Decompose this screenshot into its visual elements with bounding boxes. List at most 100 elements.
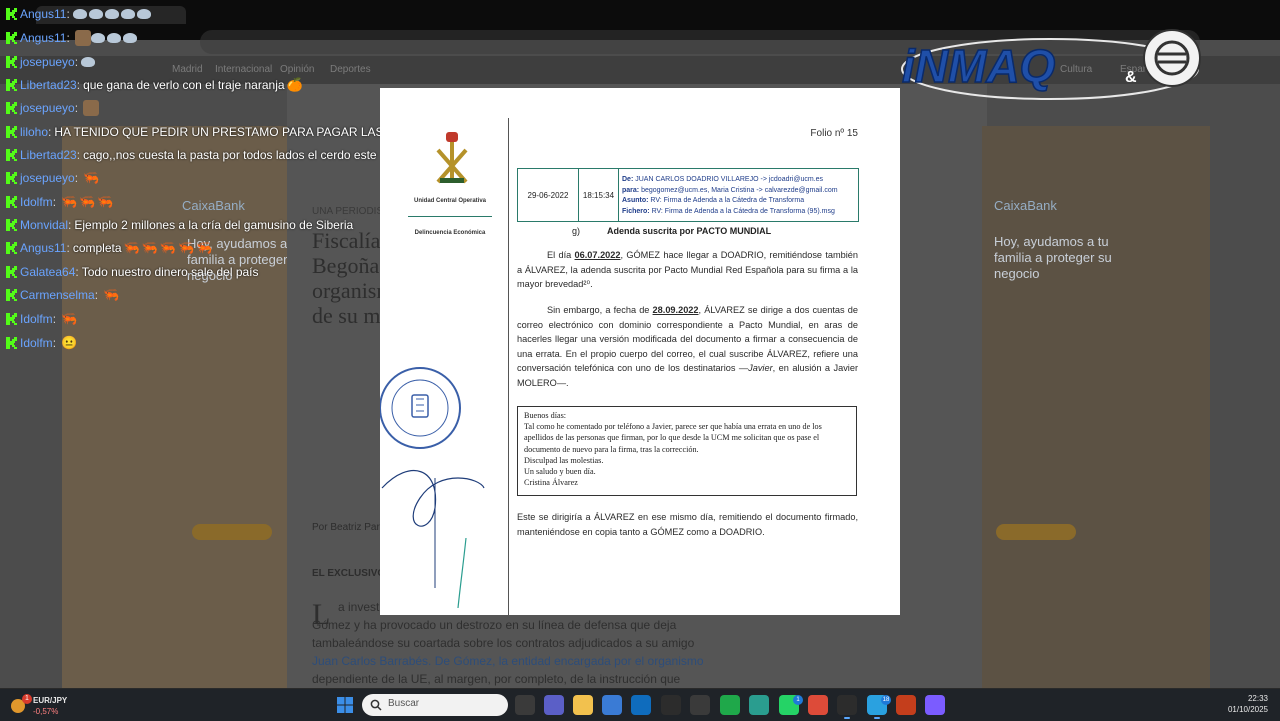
emoji-emote-icon: 🦐 [196,240,213,255]
article-line[interactable]: Juan Carlos Barrabés. De Gómez, la entid… [312,652,704,670]
whatsapp-icon[interactable]: 1 [779,695,803,715]
obs-icon[interactable] [837,695,857,719]
store-icon[interactable] [602,695,622,715]
powerpoint-icon[interactable] [896,695,916,715]
face-emote-icon [83,100,100,116]
teams-icon[interactable] [544,695,564,715]
chat-username[interactable]: Angus11 [20,31,66,45]
handwritten-signature [381,470,485,608]
chat-separator: : [74,171,79,185]
search-icon [370,699,382,711]
chat-message: Idolfm: 🦐 🦐 🦐 [6,192,114,212]
chat-message: josepueyo: 🦐 [6,168,99,188]
chat-text: Todo nuestro dinero sale del país [81,265,259,279]
chat-message: josepueyo: [6,98,100,118]
system-clock[interactable]: 22:33 01/10/2025 [1228,693,1268,715]
paragraph-3: Este se dirigiría a ÁLVAREZ en ese mismo… [517,512,858,537]
task-view-icon[interactable] [515,695,535,715]
search-placeholder: Buscar [388,698,420,709]
nav-link[interactable]: Internacional [215,64,272,75]
chat-username[interactable]: Angus11 [20,7,66,21]
edge-icon[interactable] [749,695,769,715]
email-to: begogomez@ucm.es, Maria Cristina -> calv… [641,186,838,194]
guardia-civil-emblem-icon [436,132,468,184]
file-explorer-icon[interactable] [573,695,593,715]
chat-username[interactable]: josepueyo [20,55,75,69]
kick-badge-icon [6,126,17,138]
kick-badge-icon [6,149,17,161]
chatgpt-icon[interactable] [661,695,681,715]
chat-username[interactable]: josepueyo [20,171,75,185]
chat-separator: : [75,265,79,279]
dumpling-emote-icon [90,33,105,43]
chat-separator: : [66,31,70,45]
email-date: 29-06-2022 [518,169,579,221]
nav-link[interactable]: Opinión [280,64,314,75]
telegram-icon[interactable]: 18 [867,695,891,719]
chat-username[interactable]: Idolfm [20,336,53,350]
face-emote-icon [74,30,91,46]
article-line: tambaleándose su coartada sobre los cont… [312,636,695,650]
chat-username[interactable]: Idolfm [20,195,53,209]
inmaq-logo: iNMAQ & [901,29,1201,100]
chat-username[interactable]: Galatea64 [20,265,75,279]
market-badge: 1 [22,694,32,704]
dumpling-emote-icon [88,9,103,19]
dumpling-emote-icon [81,57,96,67]
market-change: -0,57% [33,707,59,716]
chat-message: Monvidal: Ejemplo 2 millones a la cría de… [6,215,353,235]
kick-badge-icon [6,337,17,349]
chat-username[interactable]: Libertad23 [20,148,77,162]
windows-taskbar: 1 EUR/JPY -0,57% Buscar 1 18 22:33 01/10/… [0,688,1280,721]
chat-separator: : [74,101,79,115]
outlook-icon[interactable] [631,695,651,715]
logo-suffix: & [1125,69,1137,86]
emoji-emote-icon: 🦐 [79,194,96,209]
nav-link[interactable]: Deportes [330,64,371,75]
camtasia-icon[interactable] [720,695,740,715]
emoji-emote-icon: 😐 [61,335,78,350]
kick-badge-icon [6,102,17,114]
ad-button[interactable] [996,524,1076,540]
nav-link[interactable]: Madrid [172,64,203,75]
article-line: dependiente de la UE, al margen, por com… [312,672,681,686]
chat-text: cago,,nos cuesta la pasta por todos lado… [83,148,377,162]
chat-username[interactable]: josepueyo [20,101,75,115]
email-header-box: 29-06-2022 18:15:34 De: JUAN CARLOS DOAD… [517,168,859,222]
taskbar-search[interactable]: Buscar [362,694,508,716]
chat-separator: : [76,78,81,92]
paragraph-1: El día 06.07.2022, GÓMEZ hace llegar a D… [517,250,859,289]
chat-username[interactable]: Angus11 [20,241,66,255]
app-badge: 18 [881,695,891,705]
chat-message: Galatea64: Todo nuestro dinero sale del p… [6,262,259,282]
chat-message: Idolfm: 😐 [6,333,77,353]
emoji-emote-icon: 🦐 [123,240,140,255]
chrome-icon[interactable] [808,695,828,715]
chat-message: Angus11: completa 🦐 🦐 🦐 🦐 🦐 [6,238,212,258]
chat-separator: : [48,125,52,139]
advertisement-right[interactable]: CaixaBank Hoy, ayudamos a tu familia a p… [982,126,1210,688]
chat-separator: : [94,288,99,302]
chat-username[interactable]: Monvidal [20,218,68,232]
chat-separator: : [68,218,72,232]
chat-username[interactable]: Libertad23 [20,78,77,92]
emoji-emote-icon: 🦐 [97,194,114,209]
clock-time: 22:33 [1247,694,1268,703]
emoji-emote-icon: 🦐 [178,240,195,255]
ad-button[interactable] [192,524,272,540]
chat-username[interactable]: Carmenselma [20,288,95,302]
chat-username[interactable]: liloho [20,125,48,139]
chat-separator: : [52,336,57,350]
chat-message: Libertad23: cago,,nos cuesta la pasta por… [6,145,377,165]
chat-message: josepueyo: [6,52,97,72]
emoji-emote-icon: 🦐 [61,194,78,209]
email-subject: RV: Firma de Adenda a la Cátedra de Tran… [650,197,805,204]
market-widget[interactable]: 1 EUR/JPY -0,57% [10,694,90,718]
kick-badge-icon [6,289,17,301]
document-viewer[interactable]: Folio nº 15 Unidad Central Operativa Del… [380,88,900,615]
unity-icon[interactable] [690,695,710,715]
logo-text: iNMAQ [902,40,1056,92]
cortana-icon[interactable] [925,695,945,715]
chat-username[interactable]: Idolfm [20,312,53,326]
start-button-icon[interactable] [337,697,353,713]
